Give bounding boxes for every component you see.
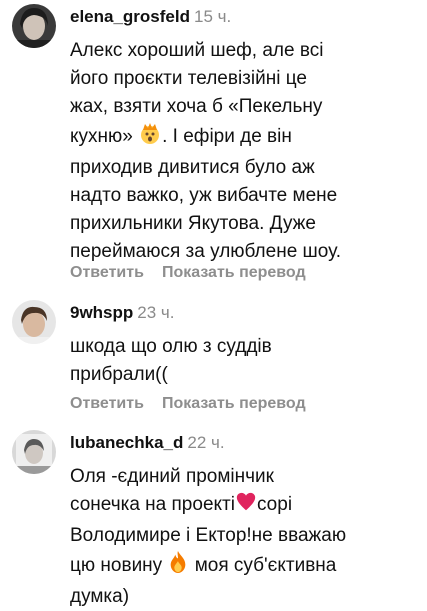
timestamp: 23 ч. xyxy=(137,303,175,322)
avatar[interactable] xyxy=(12,300,56,344)
avatar[interactable] xyxy=(12,430,56,474)
username[interactable]: 9whspp xyxy=(70,303,133,322)
username[interactable]: lubanechka_d xyxy=(70,433,183,452)
timestamp: 15 ч. xyxy=(194,7,232,26)
comment-text: Алекс хороший шеф, але всі його проєкти … xyxy=(70,40,342,262)
reply-button[interactable]: Ответить xyxy=(70,264,144,281)
show-translation-button[interactable]: Показать перевод xyxy=(162,395,306,412)
show-translation-button[interactable]: Показать перевод xyxy=(162,264,306,281)
fire-emoji-icon xyxy=(167,550,189,583)
red-heart-emoji-icon xyxy=(235,491,257,522)
timestamp: 22 ч. xyxy=(187,433,225,452)
comment-text: Оля -єдиний промінчик сонечка на проекті… xyxy=(70,466,347,607)
comment-text: шкода що олю з суддів прибрали(( xyxy=(70,336,272,385)
reply-button[interactable]: Ответить xyxy=(70,395,144,412)
exploding-head-emoji-icon xyxy=(138,121,162,154)
avatar[interactable] xyxy=(12,4,56,48)
username[interactable]: elena_grosfeld xyxy=(70,7,190,26)
